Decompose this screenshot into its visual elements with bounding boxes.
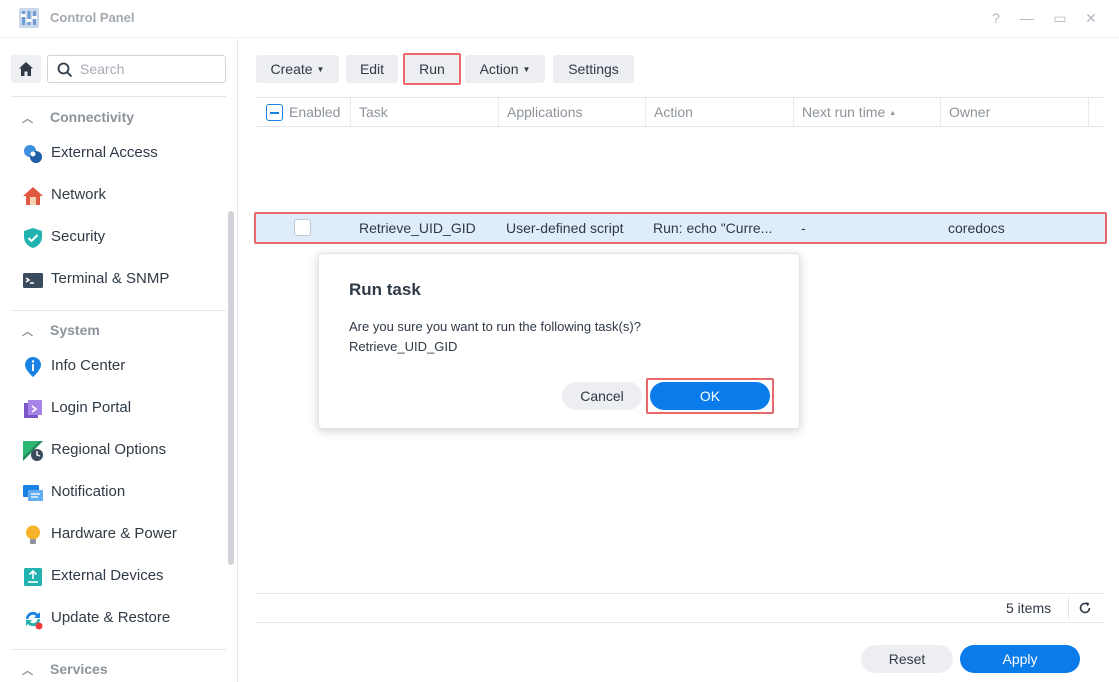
- table-header: Enabled Task Applications Action Next ru…: [256, 97, 1104, 127]
- chevron-up-icon: ︿: [22, 665, 33, 677]
- column-enabled[interactable]: Enabled: [256, 98, 350, 127]
- sidebar-item-label: Info Center: [51, 357, 126, 374]
- minimize-icon[interactable]: —: [1017, 8, 1037, 28]
- sort-ascending-icon: ▲: [889, 110, 897, 117]
- network-home-icon: [23, 187, 43, 205]
- terminal-icon: [23, 273, 43, 288]
- column-task[interactable]: Task: [350, 98, 498, 127]
- external-access-icon: [24, 145, 42, 163]
- update-restore-icon: [25, 611, 43, 630]
- cancel-button[interactable]: Cancel: [562, 382, 642, 410]
- section-connectivity[interactable]: ︿ Connectivity: [22, 109, 134, 126]
- row-highlight-box: [254, 212, 1107, 244]
- sidebar-item-login-portal[interactable]: Login Portal: [22, 395, 222, 421]
- items-count: 5 items: [1006, 600, 1052, 616]
- sidebar-item-info-center[interactable]: Info Center: [22, 353, 222, 379]
- lightbulb-icon: [26, 525, 40, 544]
- apply-button[interactable]: Apply: [960, 645, 1080, 673]
- column-next-run-time[interactable]: Next run time ▲: [793, 98, 940, 127]
- action-button[interactable]: Action ▼: [465, 55, 545, 83]
- sidebar-item-external-access[interactable]: External Access: [22, 140, 222, 166]
- caret-down-icon: ▼: [316, 65, 325, 74]
- sidebar-divider: [11, 96, 226, 97]
- title-bar: Control Panel ? — ▭ ✕: [0, 0, 1119, 38]
- home-icon: [19, 62, 33, 76]
- dialog-title: Run task: [349, 280, 421, 299]
- sidebar-item-label: Hardware & Power: [51, 525, 177, 542]
- help-icon[interactable]: ?: [986, 8, 1006, 28]
- sidebar-item-regional-options[interactable]: Regional Options: [22, 437, 222, 463]
- control-panel-icon: [19, 8, 39, 28]
- sidebar-item-notification[interactable]: Notification: [22, 479, 222, 505]
- refresh-button[interactable]: [1068, 596, 1098, 620]
- section-system[interactable]: ︿ System: [22, 322, 100, 339]
- search-icon: [57, 62, 73, 78]
- column-spacer: [1088, 98, 1104, 127]
- chevron-up-icon: ︿: [22, 326, 33, 338]
- chevron-up-icon: ︿: [22, 113, 33, 125]
- sidebar-item-network[interactable]: Network: [22, 182, 222, 208]
- sidebar-divider: [11, 649, 226, 650]
- edit-button[interactable]: Edit: [346, 55, 398, 83]
- regional-options-icon: [23, 441, 43, 461]
- create-button[interactable]: Create ▼: [256, 55, 339, 83]
- dialog-message: Are you sure you want to run the followi…: [349, 317, 641, 357]
- sidebar-item-label: Terminal & SNMP: [51, 270, 170, 287]
- maximize-icon[interactable]: ▭: [1050, 8, 1070, 28]
- search-field[interactable]: [47, 55, 226, 83]
- window-title: Control Panel: [50, 10, 135, 25]
- sidebar-item-label: External Access: [51, 144, 158, 161]
- column-action[interactable]: Action: [645, 98, 793, 127]
- refresh-icon: [1079, 602, 1091, 614]
- search-input[interactable]: [80, 60, 220, 78]
- sidebar-item-label: Network: [51, 186, 107, 203]
- run-highlight-box: [403, 53, 461, 85]
- sidebar-item-label: Regional Options: [51, 441, 167, 458]
- sidebar-item-label: Notification: [51, 483, 126, 500]
- column-owner[interactable]: Owner: [940, 98, 1088, 127]
- select-all-checkbox[interactable]: [266, 104, 283, 121]
- sidebar-item-security[interactable]: Security: [22, 224, 222, 250]
- column-applications[interactable]: Applications: [498, 98, 645, 127]
- home-button[interactable]: [11, 55, 41, 83]
- sidebar-item-terminal-snmp[interactable]: Terminal & SNMP: [22, 266, 222, 292]
- sidebar-item-label: Update & Restore: [51, 609, 171, 626]
- sidebar-item-external-devices[interactable]: External Devices: [22, 563, 222, 589]
- external-devices-icon: [24, 568, 42, 586]
- section-services[interactable]: ︿ Services: [22, 661, 108, 678]
- sidebar-item-hardware-power[interactable]: Hardware & Power: [22, 521, 222, 547]
- run-task-dialog: Run task Are you sure you want to run th…: [318, 253, 800, 429]
- caret-down-icon: ▼: [522, 65, 531, 74]
- sidebar-item-label: External Devices: [51, 567, 164, 584]
- sidebar-divider: [11, 310, 226, 311]
- sidebar-scrollbar[interactable]: [228, 211, 234, 565]
- sidebar-item-update-restore[interactable]: Update & Restore: [22, 605, 222, 631]
- sidebar-item-label: Login Portal: [51, 399, 132, 416]
- login-portal-icon: [24, 400, 42, 418]
- notification-icon: [23, 485, 43, 501]
- shield-icon: [24, 228, 42, 248]
- reset-button[interactable]: Reset: [861, 645, 953, 673]
- table-footer: 5 items: [256, 593, 1104, 623]
- ok-highlight-box: [646, 378, 774, 414]
- sidebar-item-label: Security: [51, 228, 106, 245]
- sidebar: ︿Connectivity External Access Network Se…: [0, 39, 238, 682]
- dialog-task-name: Retrieve_UID_GID: [349, 339, 458, 354]
- settings-button[interactable]: Settings: [553, 55, 634, 83]
- info-icon: [25, 357, 41, 377]
- close-icon[interactable]: ✕: [1081, 8, 1101, 28]
